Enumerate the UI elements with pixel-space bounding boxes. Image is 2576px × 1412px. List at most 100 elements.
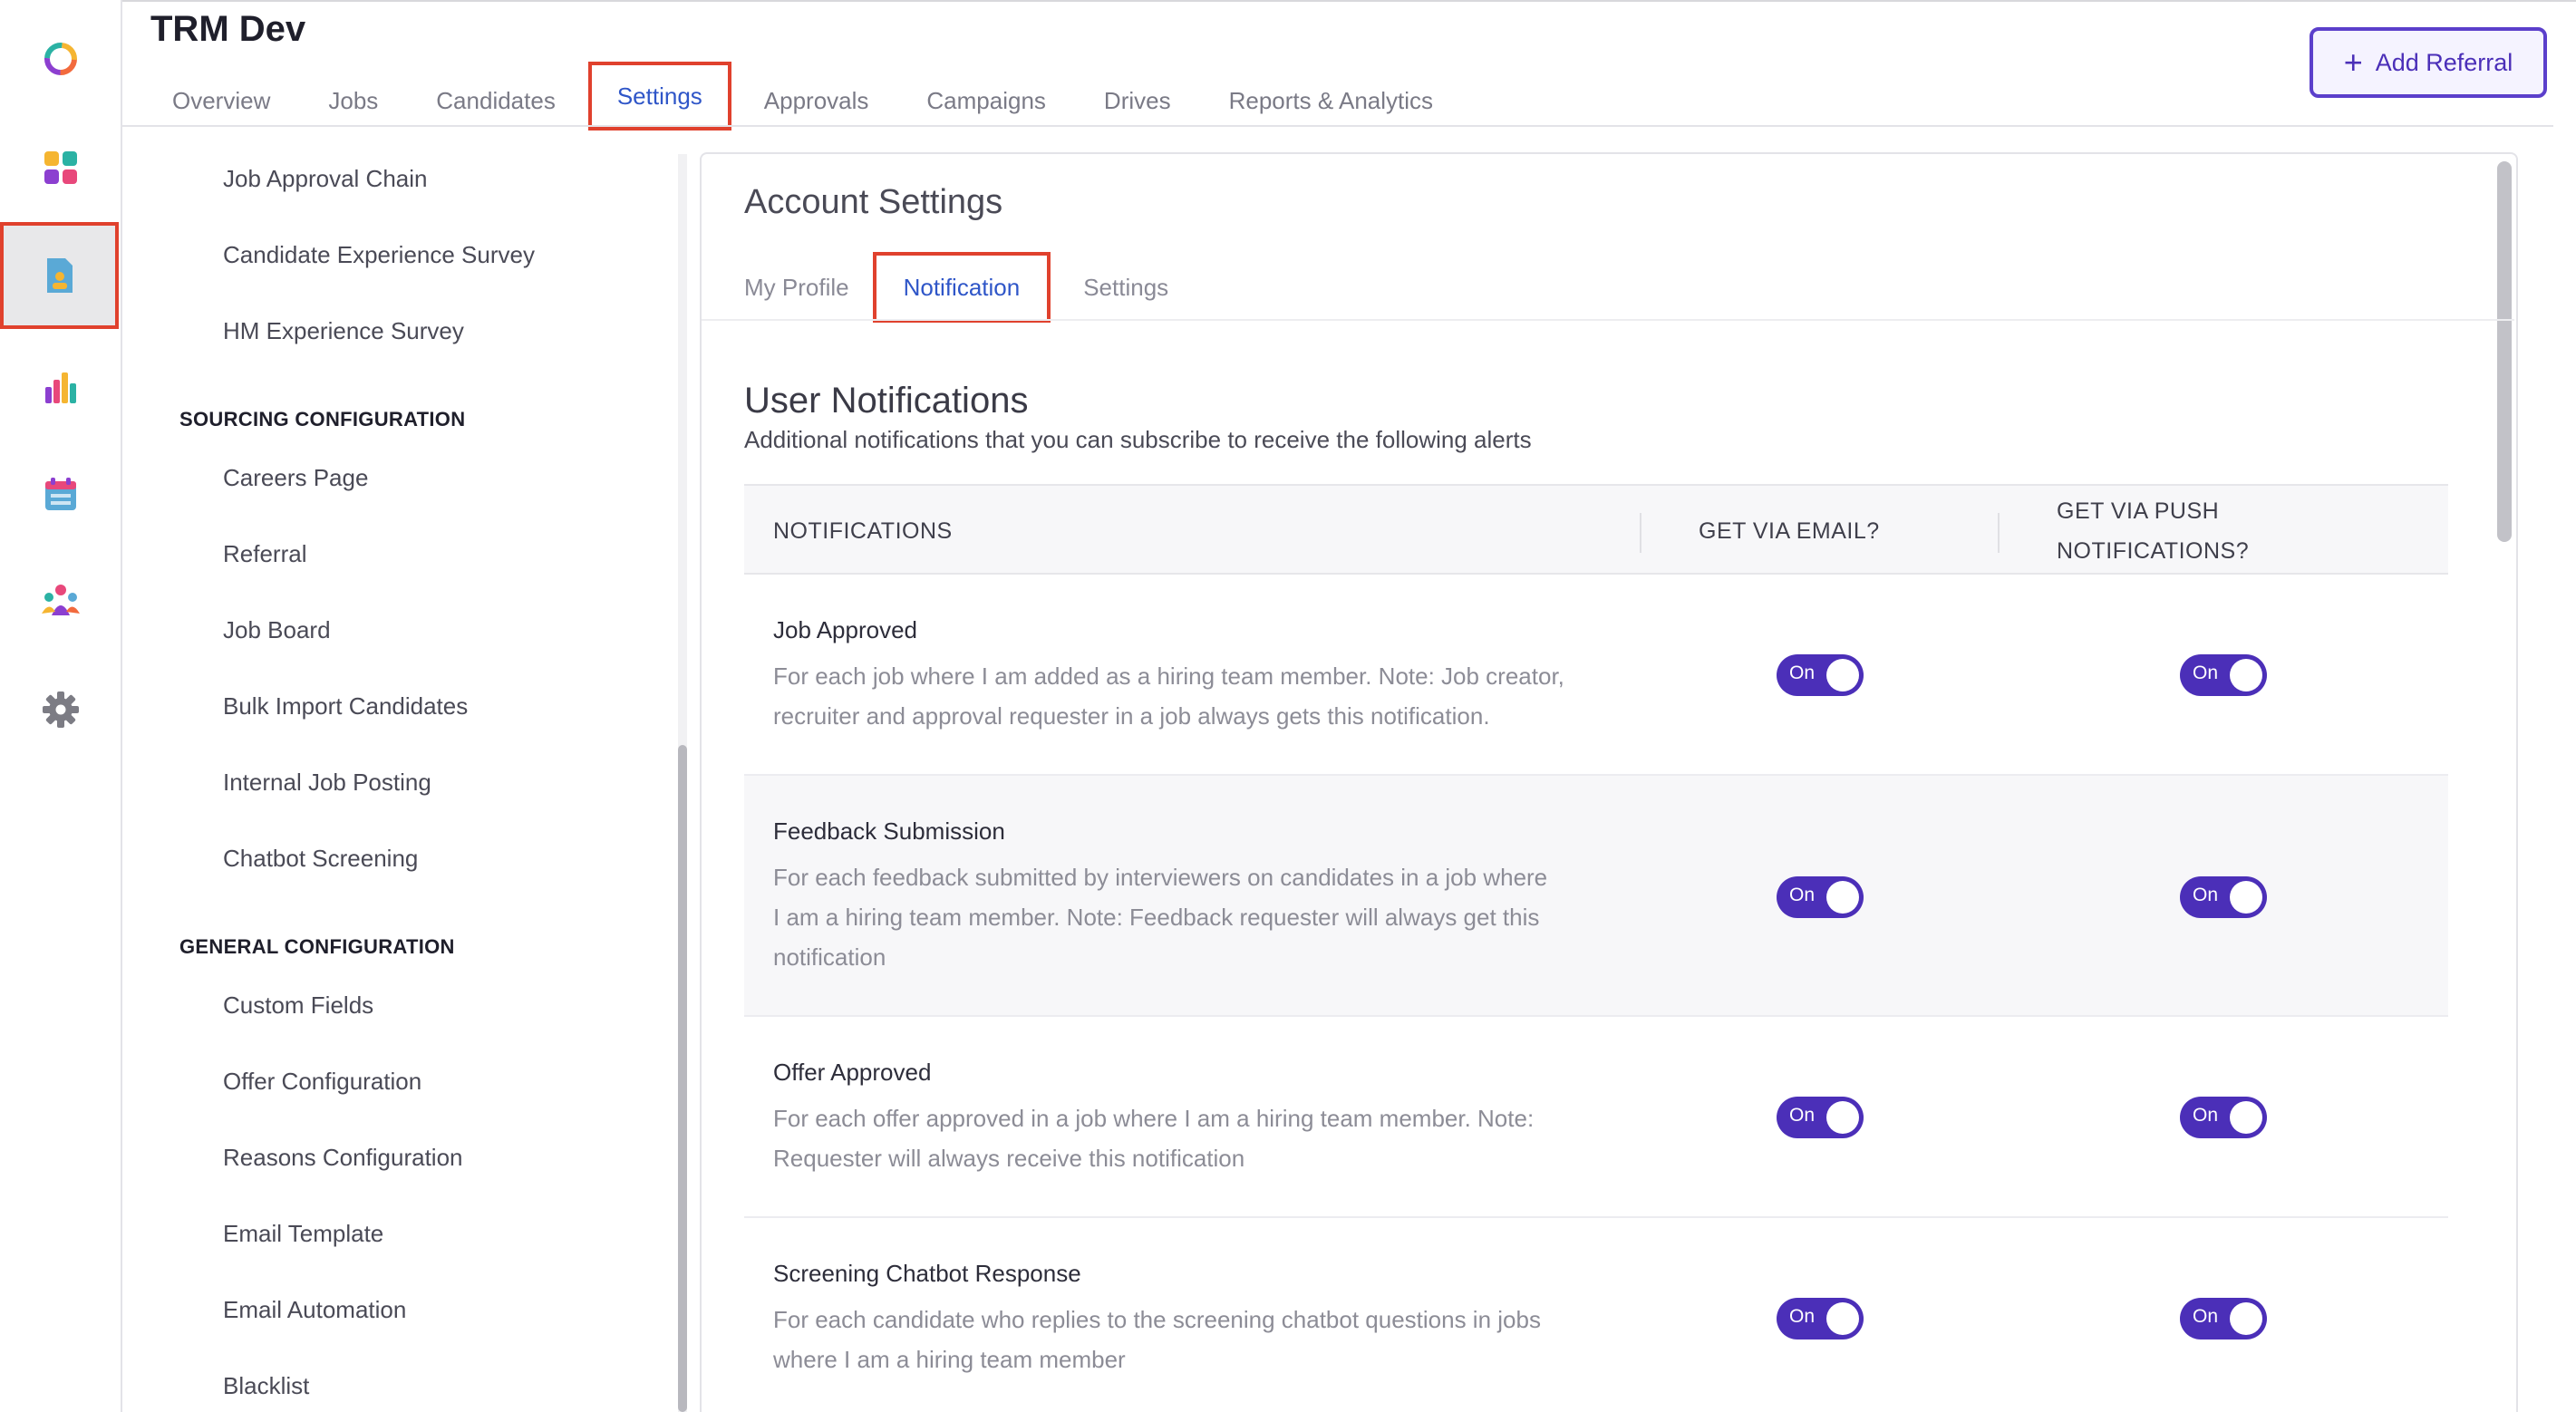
icon-rail [0, 0, 122, 1412]
tab-reports-analytics[interactable]: Reports & Analytics [1229, 74, 1433, 127]
table-row: Screening Chatbot Response For each cand… [744, 1218, 2448, 1412]
document-icon[interactable] [0, 222, 119, 329]
tab-approvals[interactable]: Approvals [764, 74, 869, 127]
nav-job-approval-chain[interactable]: Job Approval Chain [223, 165, 427, 193]
add-referral-label: Add Referral [2375, 48, 2513, 76]
tab-candidates[interactable]: Candidates [436, 74, 556, 127]
col-notifications: NOTIFICATIONS [773, 518, 953, 544]
table-row: Offer Approved For each offer approved i… [744, 1017, 2448, 1218]
toggle-knob [1826, 659, 1859, 691]
header-separator [1640, 513, 1641, 553]
email-toggle[interactable]: On [1777, 654, 1864, 696]
col-push-line2: NOTIFICATIONS? [2057, 538, 2250, 564]
tab-notification[interactable]: Notification [872, 252, 1051, 323]
toggle-knob [2230, 881, 2262, 914]
nav-custom-fields[interactable]: Custom Fields [223, 991, 373, 1020]
team-icon[interactable] [0, 551, 121, 651]
add-referral-button[interactable]: + Add Referral [2310, 27, 2547, 98]
notification-title: Job Approved [773, 616, 918, 643]
analytics-icon[interactable] [0, 337, 121, 437]
col-push-line1: GET VIA PUSH [2057, 498, 2220, 524]
header-divider [122, 125, 2553, 127]
toggle-knob [1826, 881, 1859, 914]
description-line: For each job where I am added as a hirin… [773, 662, 1564, 690]
toggle-knob [1826, 1302, 1859, 1335]
account-settings-title: Account Settings [744, 183, 1003, 221]
tab-settings[interactable]: Settings [587, 62, 731, 131]
toggle-label: On [1789, 1105, 1816, 1126]
gear-icon[interactable] [0, 660, 121, 759]
main-tabs: Overview Jobs Candidates Settings Approv… [150, 62, 1491, 131]
nav-internal-job-posting[interactable]: Internal Job Posting [223, 769, 431, 797]
description-line: notification [773, 943, 886, 971]
nav-chatbot-screening[interactable]: Chatbot Screening [223, 845, 418, 873]
toggle-label: On [1789, 885, 1816, 905]
nav-bulk-import-candidates[interactable]: Bulk Import Candidates [223, 692, 468, 721]
user-notifications-description: Additional notifications that you can su… [744, 426, 1532, 453]
description-line: I am a hiring team member. Note: Feedbac… [773, 904, 1540, 931]
toggle-label: On [1789, 662, 1816, 683]
nav-blacklist[interactable]: Blacklist [223, 1372, 309, 1400]
email-toggle[interactable]: On [1777, 876, 1864, 918]
page-title: TRM Dev [150, 9, 306, 49]
description-line: For each candidate who replies to the sc… [773, 1306, 1541, 1333]
toggle-label: On [2193, 662, 2219, 683]
top-border [0, 0, 2576, 2]
push-toggle[interactable]: On [2180, 654, 2267, 696]
description-line: recruiter and approval requester in a jo… [773, 702, 1490, 730]
logo-icon[interactable] [0, 9, 121, 109]
nav-job-board[interactable]: Job Board [223, 616, 331, 644]
email-toggle[interactable]: On [1777, 1298, 1864, 1339]
nav-offer-configuration[interactable]: Offer Configuration [223, 1068, 421, 1096]
tabs-divider [702, 319, 2514, 321]
table-row: Feedback Submission For each feedback su… [744, 776, 2448, 1017]
nav-reasons-configuration[interactable]: Reasons Configuration [223, 1144, 463, 1172]
table-row: Job Approved For each job where I am add… [744, 575, 2448, 776]
col-get-via-email: GET VIA EMAIL? [1699, 518, 1880, 544]
notification-title: Offer Approved [773, 1059, 932, 1086]
toggle-label: On [2193, 885, 2219, 905]
nav-referral[interactable]: Referral [223, 540, 306, 568]
sourcing-config-heading: SOURCING CONFIGURATION [179, 408, 466, 430]
nav-email-automation[interactable]: Email Automation [223, 1296, 406, 1324]
calendar-icon[interactable] [0, 444, 121, 544]
toggle-label: On [2193, 1306, 2219, 1327]
push-toggle[interactable]: On [2180, 876, 2267, 918]
tab-overview[interactable]: Overview [172, 74, 270, 127]
email-toggle[interactable]: On [1777, 1097, 1864, 1138]
header-separator [1998, 513, 2000, 553]
description-line: Requester will always receive this notif… [773, 1145, 1245, 1172]
toggle-knob [2230, 659, 2262, 691]
tab-account-settings[interactable]: Settings [1083, 263, 1168, 312]
nav-hm-experience-survey[interactable]: HM Experience Survey [223, 317, 464, 345]
col-get-via-push: GET VIA PUSH NOTIFICATIONS? [2057, 491, 2249, 571]
notifications-table-header: NOTIFICATIONS GET VIA EMAIL? GET VIA PUS… [744, 484, 2448, 575]
tab-my-profile[interactable]: My Profile [744, 263, 849, 312]
user-notifications-title: User Notifications [744, 381, 1029, 421]
toggle-knob [2230, 1302, 2262, 1335]
toggle-knob [1826, 1101, 1859, 1134]
tab-drives[interactable]: Drives [1104, 74, 1171, 127]
notification-description: For each offer approved in a job where I… [773, 1098, 1643, 1178]
tab-campaigns[interactable]: Campaigns [926, 74, 1046, 127]
nav-scrollbar-thumb[interactable] [678, 745, 687, 1412]
tab-jobs[interactable]: Jobs [328, 74, 378, 127]
nav-email-template[interactable]: Email Template [223, 1220, 383, 1248]
nav-candidate-experience-survey[interactable]: Candidate Experience Survey [223, 241, 535, 269]
plus-icon: + [2343, 44, 2363, 81]
toggle-label: On [1789, 1306, 1816, 1327]
description-line: where I am a hiring team member [773, 1346, 1126, 1373]
notification-description: For each job where I am added as a hirin… [773, 656, 1643, 736]
dashboard-icon[interactable] [0, 118, 121, 218]
push-toggle[interactable]: On [2180, 1298, 2267, 1339]
content-scrollbar[interactable] [2497, 161, 2512, 542]
notification-description: For each candidate who replies to the sc… [773, 1300, 1643, 1379]
notification-title: Screening Chatbot Response [773, 1260, 1081, 1287]
description-line: For each offer approved in a job where I… [773, 1105, 1535, 1132]
general-config-heading: GENERAL CONFIGURATION [179, 935, 455, 958]
notification-description: For each feedback submitted by interview… [773, 857, 1643, 977]
nav-careers-page[interactable]: Careers Page [223, 464, 368, 492]
description-line: For each feedback submitted by interview… [773, 864, 1548, 891]
push-toggle[interactable]: On [2180, 1097, 2267, 1138]
account-tabs: My Profile Notification Settings [744, 252, 1219, 323]
